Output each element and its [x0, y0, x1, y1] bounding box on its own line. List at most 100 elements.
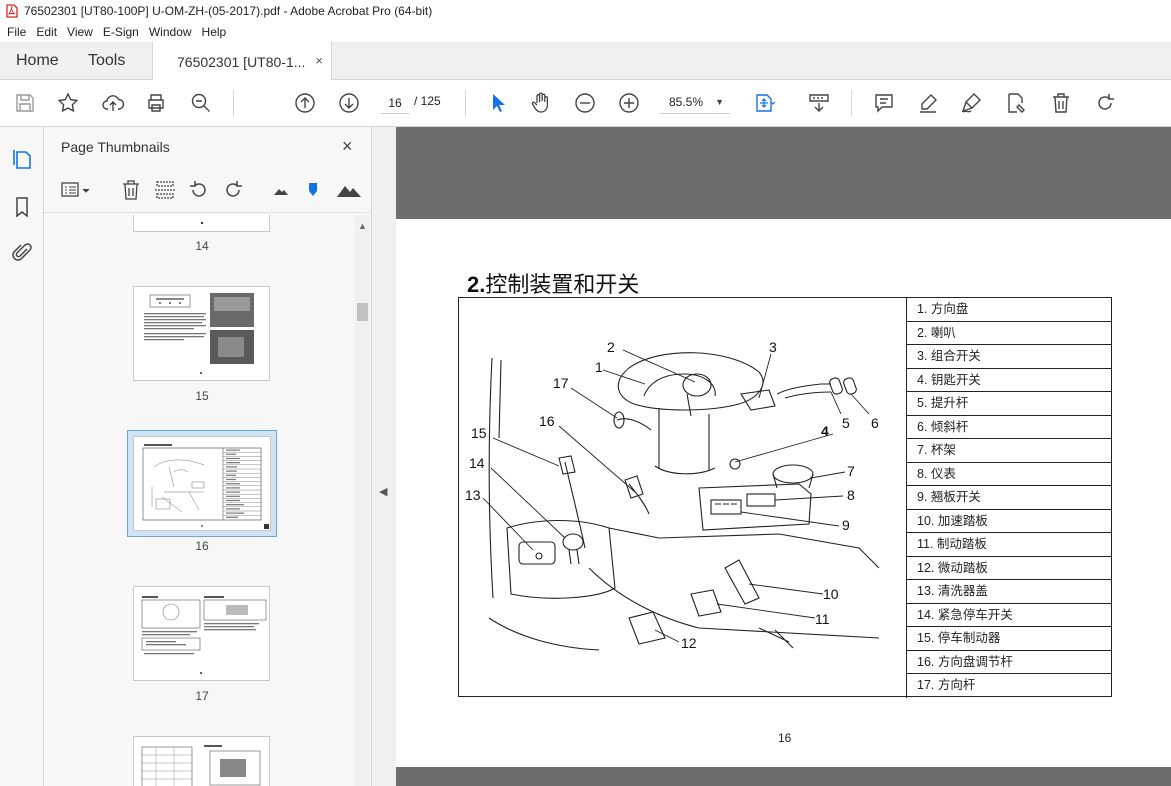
- attachment-paperclip-icon[interactable]: [10, 241, 34, 265]
- rotate-clockwise-icon[interactable]: [222, 179, 244, 201]
- bookmark-star-icon[interactable]: [56, 91, 80, 115]
- save-icon[interactable]: [13, 91, 37, 115]
- callout-6: 6: [871, 415, 879, 431]
- chevron-down-icon: ▼: [715, 97, 724, 107]
- toolbar: 16 / 125 85.5% ▼: [0, 80, 1171, 127]
- pdf-page: 2.控制装置和开关 1 2 3 4 5 6 7 8 9 10 11 12 13 …: [396, 219, 1171, 767]
- upload-cloud-icon[interactable]: [101, 91, 125, 115]
- extract-page-icon[interactable]: [154, 179, 176, 201]
- rotate-counterclockwise-icon[interactable]: [188, 179, 210, 201]
- thumbnail-size-slider[interactable]: [304, 179, 322, 201]
- parts-list-item: 13. 清洗器盖: [907, 580, 1112, 604]
- thumbnail-label: 17: [195, 689, 209, 703]
- callout-2: 2: [607, 339, 615, 355]
- window-title: 76502301 [UT80-100P] U-OM-ZH-(05-2017).p…: [24, 4, 433, 18]
- delete-page-icon[interactable]: [120, 179, 142, 201]
- left-rail: [0, 127, 44, 786]
- thumbnail-page-14[interactable]: [133, 215, 270, 232]
- callout-14: 14: [469, 455, 485, 471]
- controls-figure: 1 2 3 4 5 6 7 8 9 10 11 12 13 14 15 16 1…: [458, 297, 1112, 698]
- section-title: 控制装置和开关: [485, 272, 640, 297]
- scroll-up-icon[interactable]: ▲: [358, 221, 367, 231]
- callout-7: 7: [847, 463, 855, 479]
- tab-tools[interactable]: Tools: [88, 42, 125, 80]
- highlight-pen-icon[interactable]: [916, 91, 940, 115]
- section-heading: 2.控制装置和开关: [467, 267, 639, 299]
- thumbnail-page-16[interactable]: [133, 436, 271, 531]
- parts-list-item: 3. 组合开关: [907, 345, 1112, 369]
- panel-collapse-gutter[interactable]: ◀: [372, 127, 396, 786]
- close-tab-icon[interactable]: ×: [315, 53, 323, 68]
- toolbar-separator: [465, 90, 466, 116]
- section-number: 2.: [467, 272, 486, 297]
- edit-pdf-icon[interactable]: [1004, 91, 1028, 115]
- callout-13: 13: [465, 487, 481, 503]
- page-17-preview: [141, 596, 267, 674]
- page-number-input[interactable]: 16: [380, 90, 410, 114]
- menu-esign[interactable]: E-Sign: [98, 25, 144, 39]
- parts-list-item: 15. 停车制动器: [907, 627, 1112, 651]
- zoom-out-icon[interactable]: [573, 91, 597, 115]
- thumbnail-page-18[interactable]: [133, 736, 270, 786]
- zoom-level-select[interactable]: 85.5% ▼: [660, 90, 730, 114]
- callout-1: 1: [595, 359, 603, 375]
- tab-home[interactable]: Home: [16, 42, 59, 80]
- forklift-controls-diagram: 1 2 3 4 5 6 7 8 9 10 11 12 13 14 15 16 1…: [465, 339, 880, 651]
- thumbnail-page-15[interactable]: [133, 286, 270, 381]
- sign-pen-icon[interactable]: [960, 91, 984, 115]
- scroll-mode-icon[interactable]: [807, 91, 831, 115]
- menu-view[interactable]: View: [62, 25, 98, 39]
- parts-list-item: 8. 仪表: [907, 463, 1112, 486]
- toolbar-separator: [851, 90, 852, 116]
- parts-list-item: 7. 杯架: [907, 439, 1112, 463]
- title-bar: 76502301 [UT80-100P] U-OM-ZH-(05-2017).p…: [0, 0, 1171, 22]
- select-cursor-icon[interactable]: [486, 91, 510, 115]
- parts-list-item: 12. 微动踏板: [907, 557, 1112, 580]
- menu-window[interactable]: Window: [144, 25, 197, 39]
- tab-bar: Home Tools 76502301 [UT80-1... ×: [0, 42, 1171, 81]
- thumbnail-scrollbar[interactable]: ▲: [355, 215, 370, 786]
- scrollbar-thumb[interactable]: [357, 303, 368, 321]
- thumbnail-label: 14: [195, 239, 209, 253]
- toolbar-separator: [233, 90, 234, 116]
- close-panel-icon[interactable]: ×: [342, 136, 353, 157]
- parts-list-item: 14. 紧急停车开关: [907, 604, 1112, 627]
- print-icon[interactable]: [144, 91, 168, 115]
- page-thumbnails-icon[interactable]: [10, 147, 34, 171]
- tab-document[interactable]: 76502301 [UT80-1... ×: [152, 42, 332, 81]
- redo-icon[interactable]: [1093, 91, 1117, 115]
- small-thumbnail-icon[interactable]: [272, 179, 290, 201]
- collapse-arrow-icon[interactable]: ◀: [379, 485, 387, 498]
- next-page-icon[interactable]: [337, 91, 361, 115]
- delete-trash-icon[interactable]: [1049, 91, 1073, 115]
- callout-9: 9: [842, 517, 850, 533]
- callout-10: 10: [823, 586, 839, 602]
- thumbnail-tools: [44, 169, 372, 213]
- menu-edit[interactable]: Edit: [31, 25, 62, 39]
- comment-icon[interactable]: [872, 91, 896, 115]
- fit-page-icon[interactable]: [752, 91, 776, 115]
- thumbnail-label: 16: [195, 539, 209, 553]
- menu-file[interactable]: File: [2, 25, 31, 39]
- parts-list-item: 9. 翘板开关: [907, 486, 1112, 510]
- bookmark-icon[interactable]: [10, 195, 34, 219]
- parts-list-item: 5. 提升杆: [907, 392, 1112, 416]
- thumbnail-page-17[interactable]: [133, 586, 270, 681]
- callout-16: 16: [539, 413, 555, 429]
- large-thumbnail-icon[interactable]: [336, 179, 362, 201]
- callout-12: 12: [681, 635, 697, 651]
- thumbnail-list: 14 15 16 17: [44, 215, 356, 786]
- hand-tool-icon[interactable]: [529, 91, 553, 115]
- previous-page-icon[interactable]: [293, 91, 317, 115]
- zoom-in-icon[interactable]: [617, 91, 641, 115]
- options-menu-icon[interactable]: [61, 179, 91, 201]
- zoom-search-icon[interactable]: [189, 91, 213, 115]
- menu-help[interactable]: Help: [197, 25, 232, 39]
- page-15-preview: [144, 293, 254, 374]
- acrobat-window: 76502301 [UT80-100P] U-OM-ZH-(05-2017).p…: [0, 0, 1171, 786]
- callout-17: 17: [553, 375, 569, 391]
- callout-11: 11: [815, 611, 830, 627]
- panel-title: Page Thumbnails: [61, 139, 170, 155]
- zoom-level-value: 85.5%: [669, 95, 704, 109]
- parts-list-item: 10. 加速踏板: [907, 510, 1112, 533]
